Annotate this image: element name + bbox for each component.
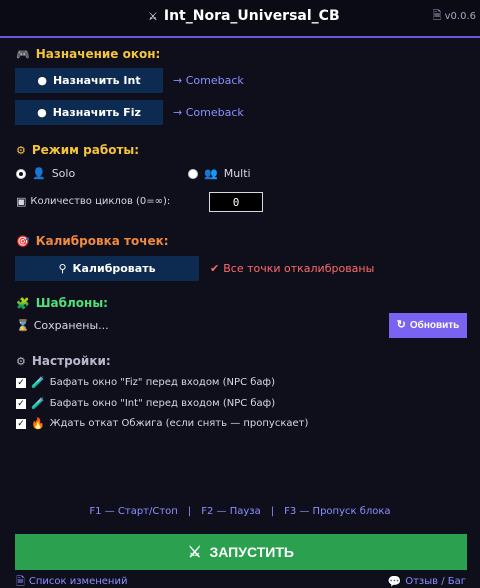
version-label: 🗎 v0.0.6 bbox=[433, 10, 476, 22]
section-calibration-title: 🎯 Калибровка точек: bbox=[16, 234, 169, 248]
calibrate-label: Калибровать bbox=[72, 262, 156, 275]
changelog-label: Список изменений bbox=[28, 576, 128, 587]
section-templates-title-text: Шаблоны: bbox=[35, 296, 108, 310]
option-wait-burn-label: Ждать откат Обжига (если снять — пропуск… bbox=[49, 418, 309, 429]
section-settings-title: ⚙ Настройки: bbox=[16, 354, 111, 368]
feedback-label: Отзыв / Баг bbox=[405, 576, 466, 587]
user-icon: 👤 bbox=[32, 167, 46, 180]
target-icon: 🎯 bbox=[16, 234, 30, 248]
gear-icon: ⚙ bbox=[16, 354, 26, 368]
radio-solo-indicator[interactable] bbox=[16, 168, 26, 179]
hotkey-pause: F2 — Пауза bbox=[201, 506, 261, 517]
radio-solo-label: Solo bbox=[51, 167, 76, 180]
radio-multi-indicator[interactable] bbox=[188, 168, 198, 179]
users-icon: 👥 bbox=[204, 167, 218, 180]
radio-solo[interactable]: 👤 Solo bbox=[16, 167, 75, 180]
circle-icon: ● bbox=[37, 74, 47, 87]
section-templates-title: 🧩 Шаблоны: bbox=[16, 296, 108, 310]
cycles-label: ▣ Количество циклов (0=∞): bbox=[16, 196, 170, 207]
hotkeys-bar: F1 — Старт/Стоп | F2 — Пауза | F3 — Проп… bbox=[0, 506, 480, 517]
gear-icon: ⚙ bbox=[16, 143, 26, 157]
feedback-link[interactable]: 💬 Отзыв / Баг bbox=[388, 576, 466, 587]
changelog-link[interactable]: 🗎 Список изменений bbox=[16, 576, 127, 587]
version-text: v0.0.6 bbox=[444, 11, 476, 22]
assign-int-button[interactable]: ● Назначить Int bbox=[15, 68, 163, 93]
option-buff-int-label: Бафать окно "Int" перед входом (NPC баф) bbox=[49, 398, 276, 409]
calibrate-button[interactable]: ⚲ Калибровать bbox=[15, 256, 199, 281]
option-buff-int-checkbox[interactable]: ✓ bbox=[16, 398, 26, 409]
section-calibration-title-text: Калибровка точек: bbox=[35, 234, 169, 248]
chat-icon: 💬 bbox=[387, 575, 402, 588]
section-mode-title: ⚙ Режим работы: bbox=[16, 143, 139, 157]
hotkey-separator: | bbox=[270, 506, 275, 517]
assign-fiz-button[interactable]: ● Назначить Fiz bbox=[15, 100, 163, 125]
assign-int-label: Назначить Int bbox=[52, 74, 141, 87]
cycles-label-text: Количество циклов (0=∞): bbox=[30, 196, 171, 207]
assign-fiz-label: Назначить Fiz bbox=[52, 106, 141, 119]
start-button[interactable]: ⚔ ЗАПУСТИТЬ bbox=[15, 534, 467, 570]
potion-icon: 🧪 bbox=[31, 397, 45, 410]
fiz-target-link: → Comeback bbox=[173, 106, 244, 119]
gamepad-icon: 🎮 bbox=[16, 47, 30, 61]
radio-multi-label: Multi bbox=[223, 167, 251, 180]
refresh-icon: ↻ bbox=[396, 319, 406, 331]
start-button-label: ЗАПУСТИТЬ bbox=[209, 544, 294, 560]
window-title: ⚔ Int_Nora_Universal_CB bbox=[148, 8, 340, 24]
option-wait-burn-checkbox[interactable]: ✓ bbox=[16, 418, 26, 429]
flame-icon: 🔥 bbox=[31, 417, 45, 430]
option-buff-fiz-checkbox[interactable]: ✓ bbox=[16, 377, 26, 388]
file-icon: 🗎 bbox=[432, 9, 442, 22]
option-buff-fiz[interactable]: ✓ 🧪 Бафать окно "Fiz" перед входом (NPC … bbox=[16, 377, 275, 388]
document-icon: 🗎 bbox=[16, 575, 25, 588]
section-windows-title-text: Назначение окон: bbox=[35, 47, 161, 61]
hotkey-separator: | bbox=[187, 506, 192, 517]
section-windows-title: 🎮 Назначение окон: bbox=[16, 47, 160, 61]
calibration-status: ✔ Все точки откалиброваны bbox=[210, 262, 374, 275]
title-bar: ⚔ Int_Nora_Universal_CB 🗎 v0.0.6 bbox=[0, 0, 480, 38]
crossed-swords-icon: ⚔ bbox=[148, 9, 158, 23]
window-title-text: Int_Nora_Universal_CB bbox=[163, 8, 340, 24]
pin-icon: ⚲ bbox=[58, 262, 67, 275]
counter-icon: ▣ bbox=[16, 195, 27, 208]
calibration-status-text: Все точки откалиброваны bbox=[223, 262, 375, 275]
templates-status: ⌛ Сохранены... bbox=[16, 319, 109, 332]
refresh-label: Обновить bbox=[409, 320, 460, 331]
hourglass-icon: ⌛ bbox=[16, 319, 30, 332]
option-buff-fiz-label: Бафать окно "Fiz" перед входом (NPC баф) bbox=[49, 377, 275, 388]
circle-icon: ● bbox=[37, 106, 47, 119]
option-wait-burn[interactable]: ✓ 🔥 Ждать откат Обжига (если снять — про… bbox=[16, 418, 308, 429]
hotkey-start-stop: F1 — Старт/Стоп bbox=[89, 506, 178, 517]
potion-icon: 🧪 bbox=[31, 376, 45, 389]
option-buff-int[interactable]: ✓ 🧪 Бафать окно "Int" перед входом (NPC … bbox=[16, 398, 275, 409]
crossed-swords-icon: ⚔ bbox=[188, 543, 202, 561]
check-icon: ✔ bbox=[210, 262, 220, 275]
section-mode-title-text: Режим работы: bbox=[31, 143, 140, 157]
section-settings-title-text: Настройки: bbox=[31, 354, 111, 368]
refresh-button[interactable]: ↻ Обновить bbox=[389, 313, 467, 338]
puzzle-icon: 🧩 bbox=[16, 296, 30, 310]
radio-multi[interactable]: 👥 Multi bbox=[188, 167, 251, 180]
templates-status-text: Сохранены... bbox=[33, 319, 109, 332]
int-target-link: → Comeback bbox=[173, 74, 244, 87]
cycles-input[interactable] bbox=[209, 192, 263, 212]
hotkey-skip: F3 — Пропуск блока bbox=[284, 506, 391, 517]
